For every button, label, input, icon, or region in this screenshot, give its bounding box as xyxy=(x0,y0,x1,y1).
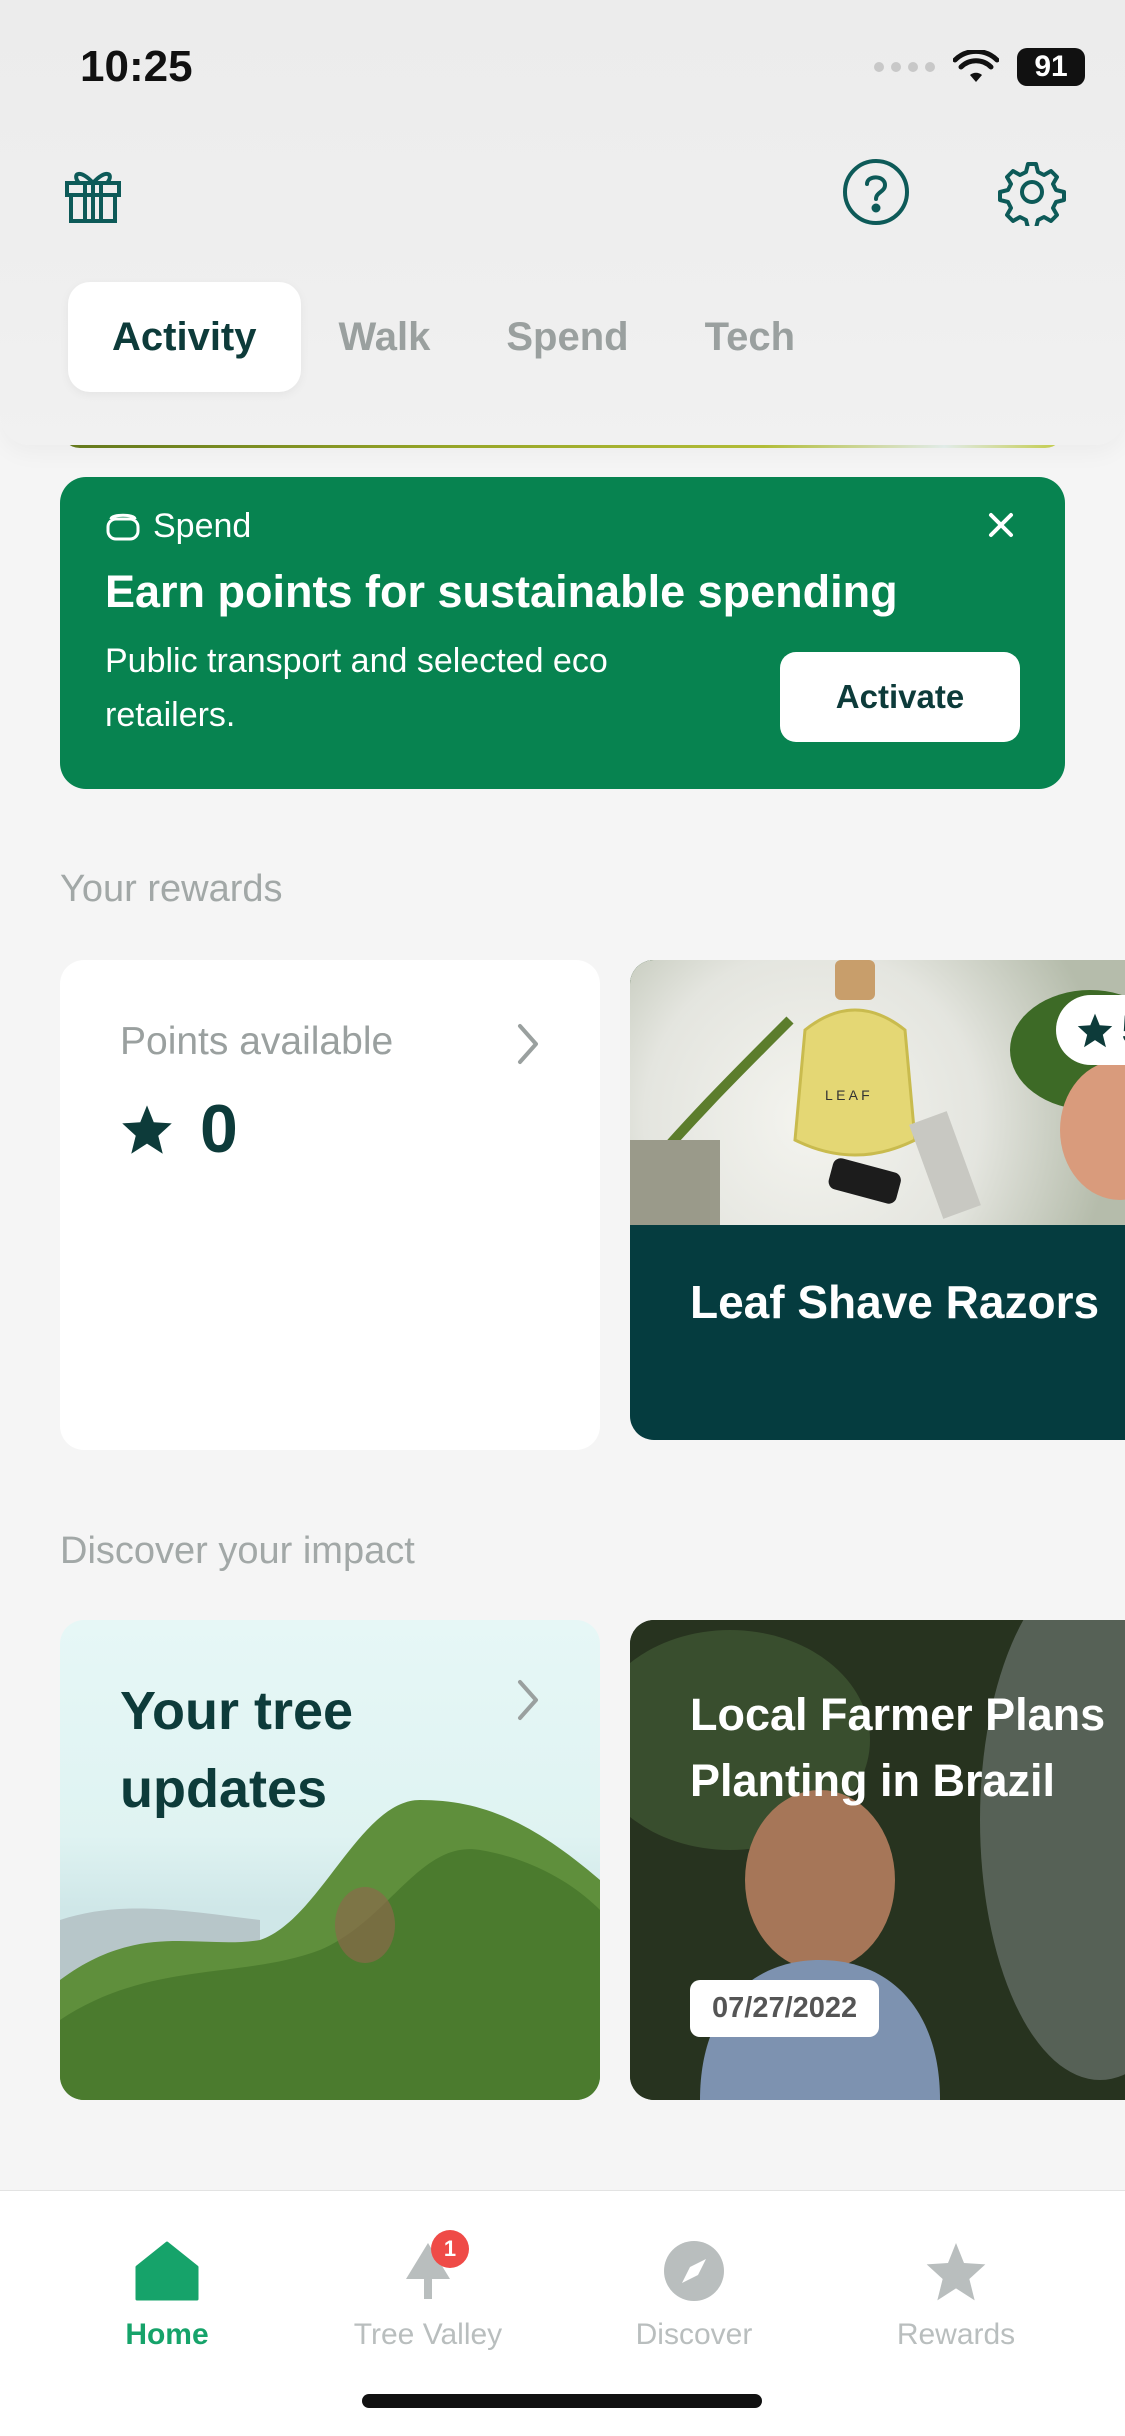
nav-discover[interactable]: Discover xyxy=(584,2236,804,2352)
product-title: Leaf Shave Razors xyxy=(690,1276,1100,1328)
product-illustration: L E A F xyxy=(630,960,1125,1225)
settings-gear-icon[interactable] xyxy=(998,158,1066,226)
rewards-section-title: Your rewards xyxy=(60,868,283,910)
star-icon xyxy=(846,2236,1066,2306)
product-image: L E A F xyxy=(630,960,1125,1225)
product-points-badge: 5 xyxy=(1055,995,1125,1065)
star-icon xyxy=(122,1105,172,1154)
spend-tag-label: Spend xyxy=(153,507,252,545)
spend-title: Earn points for sustainable spending xyxy=(105,566,898,617)
category-tabs: Activity Walk Spend Tech xyxy=(68,282,833,392)
top-header: 10:25 91 Activity Walk Spend Tech xyxy=(0,0,1125,445)
points-available-card[interactable]: Points available 0 xyxy=(60,960,600,1450)
signal-icon xyxy=(874,62,935,72)
star-icon xyxy=(1077,1013,1112,1048)
news-date: 07/27/2022 xyxy=(690,1980,880,2037)
tab-walk[interactable]: Walk xyxy=(301,282,469,392)
tab-activity[interactable]: Activity xyxy=(68,282,301,392)
wifi-icon xyxy=(953,50,999,82)
tree-card-title: Your tree updates xyxy=(120,1681,354,1819)
tree-icon: 1 xyxy=(318,2230,538,2306)
chevron-right-icon xyxy=(514,1678,542,1727)
impact-section-title: Discover your impact xyxy=(60,1530,415,1572)
nav-discover-label: Discover xyxy=(635,2318,753,2351)
battery-indicator: 91 xyxy=(1017,48,1085,86)
activate-button[interactable]: Activate xyxy=(780,652,1020,742)
home-indicator xyxy=(362,2394,762,2408)
status-time: 10:25 xyxy=(80,42,193,91)
news-title: Local Farmer Plans Planting in Brazil xyxy=(690,1689,1106,1806)
nav-tree-valley[interactable]: 1 Tree Valley xyxy=(318,2230,538,2352)
spend-promo-card: Spend Earn points for sustainable spendi… xyxy=(60,477,1065,789)
reward-product-card[interactable]: L E A F 5 Leaf Shave Razors xyxy=(630,960,1125,1440)
nav-home-label: Home xyxy=(125,2318,209,2351)
points-value: 0 xyxy=(200,1091,238,1167)
points-value-row: 0 xyxy=(120,1090,238,1168)
status-icons: 91 xyxy=(874,48,1085,86)
help-icon[interactable] xyxy=(842,158,910,226)
points-label: Points available xyxy=(120,1020,394,1063)
spend-tag: Spend xyxy=(105,507,1020,546)
home-icon xyxy=(57,2236,277,2306)
tab-spend[interactable]: Spend xyxy=(468,282,666,392)
notification-badge: 1 xyxy=(431,2230,469,2268)
gift-icon[interactable] xyxy=(60,160,126,226)
news-article-card[interactable]: Local Farmer Plans Planting in Brazil 07… xyxy=(630,1620,1125,2100)
tree-updates-card[interactable]: Your tree updates xyxy=(60,1620,600,2100)
close-icon[interactable] xyxy=(981,505,1021,545)
nav-rewards-label: Rewards xyxy=(896,2318,1016,2351)
nav-tree-valley-label: Tree Valley xyxy=(353,2318,503,2351)
svg-text:L E A F: L E A F xyxy=(825,1087,870,1103)
compass-icon xyxy=(584,2236,804,2306)
tab-tech[interactable]: Tech xyxy=(667,282,833,392)
nav-home[interactable]: Home xyxy=(57,2236,277,2352)
spend-subtitle: Public transport and selected eco retail… xyxy=(105,642,608,734)
nav-rewards[interactable]: Rewards xyxy=(846,2236,1066,2352)
chevron-right-icon xyxy=(514,1022,542,1071)
wallet-icon xyxy=(106,513,140,540)
